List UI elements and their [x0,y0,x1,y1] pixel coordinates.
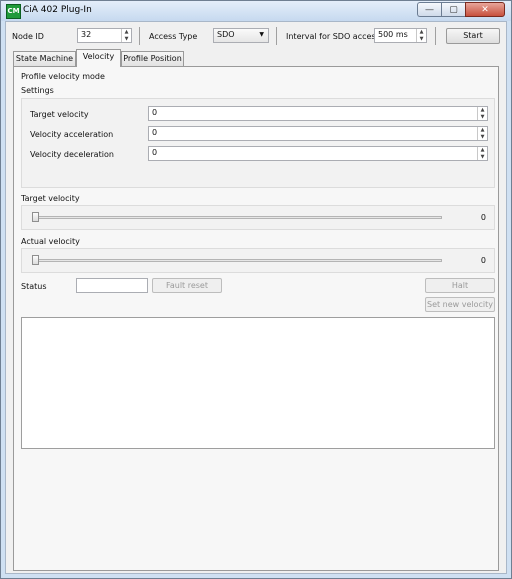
velocity-deceleration-label: Velocity deceleration [30,150,114,159]
spin-down-icon[interactable]: ▼ [478,154,487,161]
minimize-icon: — [425,4,434,15]
interval-spinbox[interactable]: 500 ms ▲ ▼ [374,28,427,43]
settings-group: Target velocity 0 ▲ ▼ Velocity accelerat… [21,98,495,188]
velocity-deceleration-value: 0 [152,148,158,157]
actual-velocity-readout: 0 [480,256,486,265]
velocity-deceleration-input[interactable]: 0 ▲ ▼ [148,146,488,161]
window-title: CiA 402 Plug-In [23,5,92,15]
plugin-window: CM CiA 402 Plug-In — ▢ ✕ Node ID 32 ▲ ▼ … [0,0,512,579]
start-button[interactable]: Start [446,28,500,44]
cia-plugin-icon: CM [6,4,21,19]
velocity-acceleration-input[interactable]: 0 ▲ ▼ [148,126,488,141]
window-controls: — ▢ ✕ [417,2,505,18]
status-field [76,278,148,293]
maximize-button[interactable]: ▢ [441,2,465,17]
spin-down-icon[interactable]: ▼ [478,114,487,121]
actual-velocity-slider-handle[interactable] [32,255,39,265]
velocity-tab-pane: Profile velocity mode Settings Target ve… [13,66,499,571]
spin-down-icon[interactable]: ▼ [417,36,426,43]
target-velocity-slider-track[interactable] [32,216,442,219]
fault-reset-button[interactable]: Fault reset [152,278,222,293]
target-velocity-group: 0 [21,205,495,230]
minimize-button[interactable]: — [417,2,441,17]
maximize-icon: ▢ [449,4,458,15]
toolbar-separator [139,27,140,45]
target-velocity-section-label: Target velocity [21,194,80,203]
tab-velocity[interactable]: Velocity [76,49,121,67]
halt-button[interactable]: Halt [425,278,495,293]
target-velocity-slider-handle[interactable] [32,212,39,222]
profile-velocity-mode-title: Profile velocity mode [21,72,105,81]
node-id-spinbox[interactable]: 32 ▲ ▼ [77,28,132,43]
node-id-label: Node ID [12,32,44,41]
node-id-spin-buttons[interactable]: ▲ ▼ [121,29,131,42]
tab-profile-position[interactable]: Profile Position [121,51,184,66]
settings-title: Settings [21,86,54,95]
actual-velocity-section-label: Actual velocity [21,237,80,246]
close-button[interactable]: ✕ [465,2,505,17]
interval-value: 500 ms [378,30,408,39]
target-velocity-setting-value: 0 [152,108,158,117]
status-label: Status [21,282,47,291]
toolbar-separator [276,27,277,45]
target-velocity-setting-input[interactable]: 0 ▲ ▼ [148,106,488,121]
velocity-acceleration-label: Velocity acceleration [30,130,114,139]
target-velocity-spin-buttons[interactable]: ▲ ▼ [477,107,487,120]
tab-state-machine[interactable]: State Machine [13,51,76,66]
close-icon: ✕ [481,4,489,15]
access-type-label: Access Type [149,32,198,41]
velocity-deceleration-spin-buttons[interactable]: ▲ ▼ [477,147,487,160]
log-output[interactable] [21,317,495,449]
actual-velocity-slider-track[interactable] [32,259,442,262]
node-id-value: 32 [81,30,92,39]
set-new-velocity-button[interactable]: Set new velocity [425,297,495,312]
chevron-down-icon: ▼ [259,31,264,38]
velocity-acceleration-spin-buttons[interactable]: ▲ ▼ [477,127,487,140]
actual-velocity-group: 0 [21,248,495,273]
velocity-acceleration-value: 0 [152,128,158,137]
client-area: Node ID 32 ▲ ▼ Access Type SDO ▼ Interva… [5,21,507,574]
target-velocity-readout: 0 [480,213,486,222]
toolbar-separator [435,27,436,45]
access-type-select[interactable]: SDO ▼ [213,28,269,43]
spin-down-icon[interactable]: ▼ [478,134,487,141]
spin-down-icon[interactable]: ▼ [122,36,131,43]
title-bar[interactable]: CM CiA 402 Plug-In — ▢ ✕ [1,1,511,21]
interval-label: Interval for SDO access [286,32,380,41]
target-velocity-setting-label: Target velocity [30,110,89,119]
access-type-value: SDO [217,30,235,39]
interval-spin-buttons[interactable]: ▲ ▼ [416,29,426,42]
